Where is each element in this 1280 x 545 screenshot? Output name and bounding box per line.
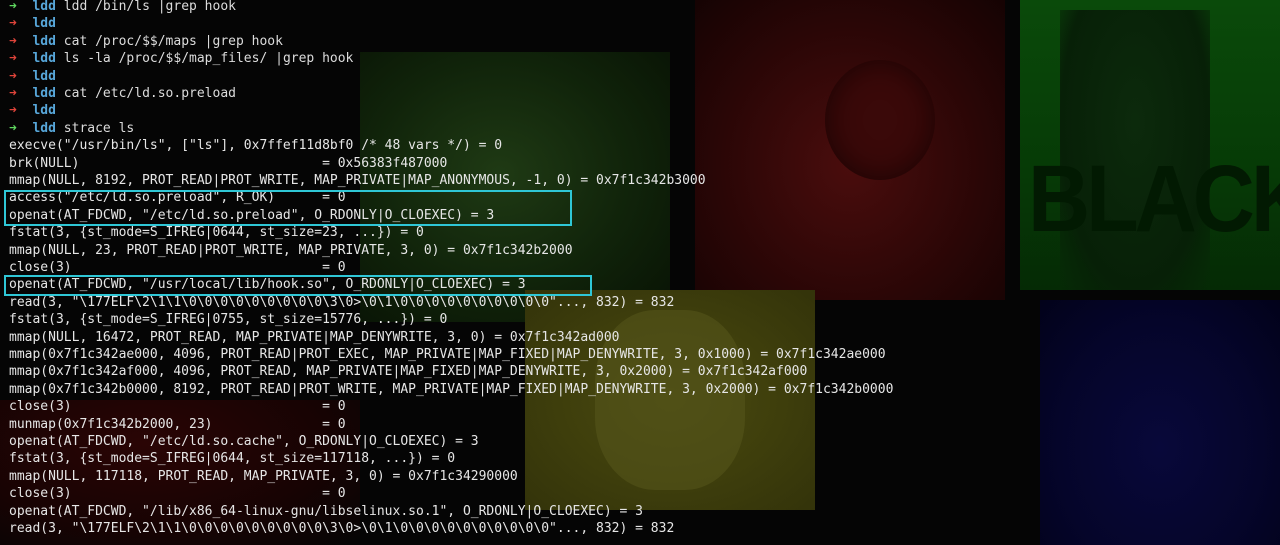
strace-output-line: close(3) = 0 [9,260,346,275]
prompt-arrow-icon: ➜ [9,0,17,14]
command-text: cat /proc/$$/maps |grep hook [63,33,283,49]
strace-output-line: mmap(NULL, 117118, PROT_READ, MAP_PRIVAT… [9,468,518,484]
prompt-directory: ldd [32,103,56,119]
prompt-line: ➜ ldd cat /etc/ld.so.preload [9,85,236,102]
strace-output-line: mmap(NULL, 16472, PROT_READ, MAP_PRIVATE… [9,329,620,345]
prompt-directory: ldd [32,0,56,14]
prompt-arrow-icon: ➜ [9,33,17,49]
strace-output-line: fstat(3, {st_mode=S_IFREG|0755, st_size=… [9,312,448,328]
prompt-directory: ldd [32,120,56,136]
strace-output-line: close(3) = 0 [9,399,346,415]
strace-output-line: openat(AT_FDCWD, "/lib/x86_64-linux-gnu/… [9,503,643,519]
strace-output-line: mmap(0x7f1c342b0000, 8192, PROT_READ|PRO… [9,381,894,397]
prompt-arrow-icon: ➜ [9,120,17,136]
highlight-box-preload [4,190,572,226]
prompt-line: ➜ ldd strace ls [9,120,134,137]
terminal-output[interactable]: ➜ ldd ldd /bin/ls |grep hook ➜ ldd ➜ ldd … [0,0,1280,545]
strace-output-line: fstat(3, {st_mode=S_IFREG|0644, st_size=… [9,225,424,241]
prompt-line: ➜ ldd [9,102,64,119]
strace-output-line: close(3) = 0 [9,486,346,502]
prompt-arrow-icon: ➜ [9,51,17,67]
prompt-directory: ldd [32,51,56,67]
strace-output-line: mmap(0x7f1c342ae000, 4096, PROT_READ|PRO… [9,347,886,362]
prompt-line: ➜ ldd ls -la /proc/$$/map_files/ |grep h… [9,50,353,67]
strace-output-line: read(3, "\177ELF\2\1\1\0\0\0\0\0\0\0\0\0… [9,294,675,310]
strace-output-line: mmap(NULL, 8192, PROT_READ|PROT_WRITE, M… [9,173,706,188]
strace-output-line: mmap(NULL, 23, PROT_READ|PROT_WRITE, MAP… [9,242,573,258]
prompt-directory: ldd [32,16,56,32]
prompt-arrow-icon: ➜ [9,103,17,119]
strace-output-line: openat(AT_FDCWD, "/etc/ld.so.cache", O_R… [9,434,479,449]
prompt-arrow-icon: ➜ [9,16,17,32]
prompt-directory: ldd [32,68,56,84]
strace-output-line: read(3, "\177ELF\2\1\1\0\0\0\0\0\0\0\0\0… [9,521,675,536]
prompt-line: ➜ ldd [9,68,64,85]
strace-output-line: mmap(0x7f1c342af000, 4096, PROT_READ, MA… [9,364,808,380]
prompt-arrow-icon: ➜ [9,68,17,84]
strace-output-line: munmap(0x7f1c342b2000, 23) = 0 [9,416,346,432]
command-text: cat /etc/ld.so.preload [63,86,236,101]
prompt-directory: ldd [32,33,56,49]
command-text: ldd /bin/ls |grep hook [63,0,236,14]
strace-output-line: brk(NULL) = 0x56383f487000 [9,155,448,171]
strace-output-line: fstat(3, {st_mode=S_IFREG|0644, st_size=… [9,451,456,467]
prompt-line: ➜ ldd ldd /bin/ls |grep hook [9,0,236,15]
prompt-line: ➜ ldd cat /proc/$$/maps |grep hook [9,33,283,50]
strace-output-line: execve("/usr/bin/ls", ["ls"], 0x7ffef11d… [9,138,503,154]
prompt-line: ➜ ldd [9,15,64,32]
highlight-box-hook-so [4,275,592,296]
command-text: strace ls [63,120,135,136]
command-text: ls -la /proc/$$/map_files/ |grep hook [63,51,354,67]
prompt-arrow-icon: ➜ [9,86,17,101]
prompt-directory: ldd [32,86,56,101]
